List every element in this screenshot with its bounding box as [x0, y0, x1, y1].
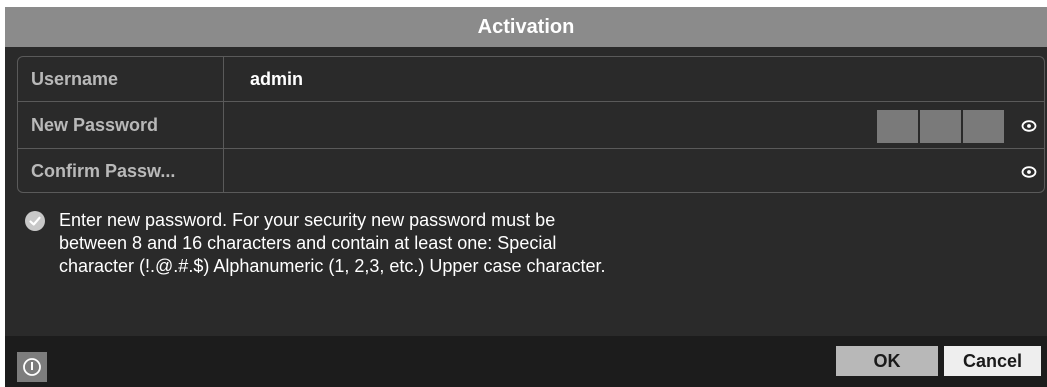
dialog-title: Activation: [477, 15, 575, 38]
check-circle-icon: [25, 211, 45, 231]
password-hint-text: Enter new password. For your security ne…: [59, 210, 606, 276]
ok-button[interactable]: OK: [836, 346, 938, 376]
strength-segment: [963, 110, 1004, 143]
activation-dialog: Activation Username admin New Password C…: [5, 7, 1047, 387]
confirm-password-label: Confirm Passw...: [18, 149, 224, 192]
password-hint: Enter new password. For your security ne…: [25, 209, 625, 278]
password-strength-meter: [877, 110, 1004, 143]
eye-icon[interactable]: [1021, 164, 1037, 180]
activation-form: Username admin New Password Confirm Pass…: [17, 56, 1045, 193]
dialog-titlebar: Activation: [5, 7, 1047, 47]
dialog-footer: OK Cancel: [5, 336, 1047, 387]
info-button[interactable]: [17, 352, 47, 382]
new-password-row: New Password: [18, 102, 1044, 149]
info-icon: [23, 358, 41, 376]
strength-segment: [877, 110, 918, 143]
username-row: Username admin: [18, 57, 1044, 102]
confirm-password-field[interactable]: [225, 149, 1044, 192]
username-label: Username: [18, 57, 224, 101]
new-password-label: New Password: [18, 102, 224, 148]
strength-segment: [920, 110, 961, 143]
username-field[interactable]: admin: [225, 57, 1044, 101]
cancel-button[interactable]: Cancel: [944, 346, 1041, 376]
confirm-password-row: Confirm Passw...: [18, 149, 1044, 192]
eye-icon[interactable]: [1021, 118, 1037, 134]
